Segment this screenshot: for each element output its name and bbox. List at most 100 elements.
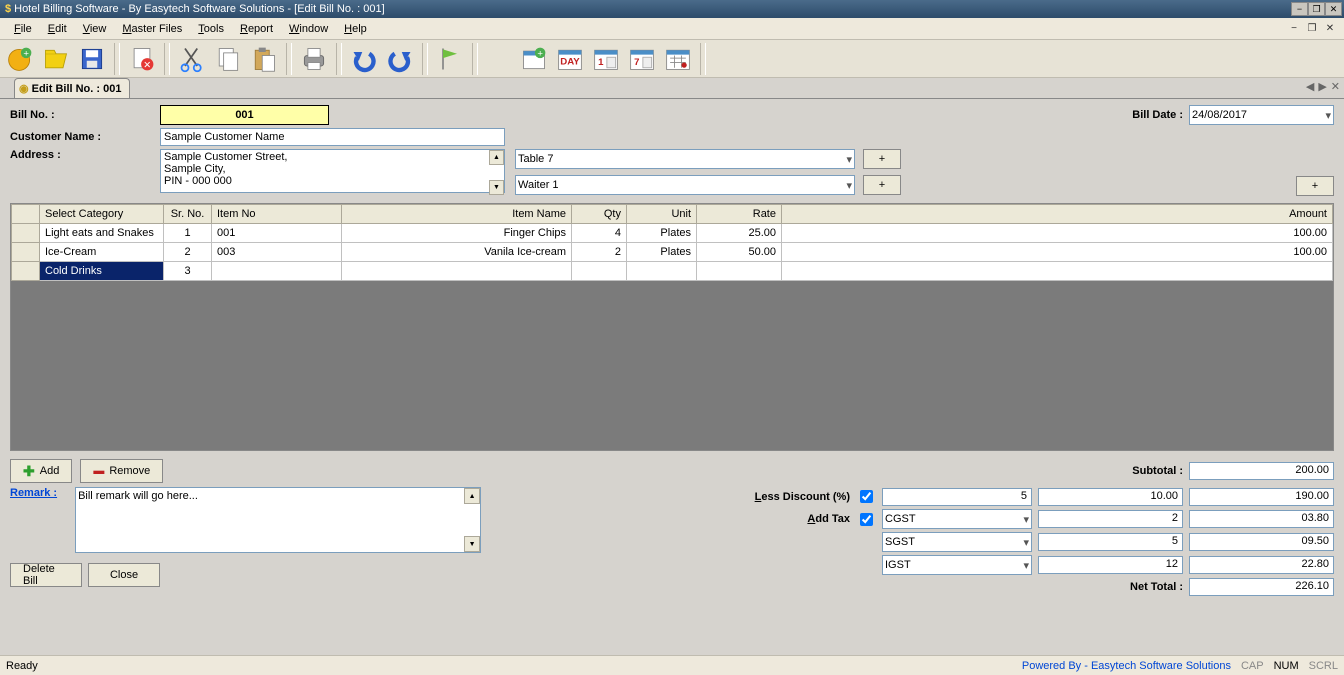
toolbar-month-icon[interactable] — [662, 43, 694, 75]
table-row[interactable]: Ice-Cream2003Vanila Ice-cream2Plates50.0… — [12, 243, 1333, 262]
close-button[interactable]: ✕ — [1325, 2, 1342, 16]
discount-checkbox[interactable] — [860, 490, 873, 503]
toolbar-cut-icon[interactable] — [176, 43, 208, 75]
cell-unit[interactable] — [627, 262, 697, 281]
toolbar-delete-icon[interactable]: ✕ — [126, 43, 158, 75]
billno-field[interactable]: 001 — [160, 105, 329, 125]
row-selector[interactable] — [12, 243, 40, 262]
menu-help[interactable]: Help — [336, 21, 375, 37]
remark-label[interactable]: Remark : — [10, 487, 57, 499]
toolbar-redo-icon[interactable] — [384, 43, 416, 75]
menu-report[interactable]: Report — [232, 21, 281, 37]
scroll-down-icon[interactable]: ▼ — [464, 536, 480, 552]
cell-amount[interactable]: 100.00 — [782, 243, 1333, 262]
col-qty[interactable]: Qty — [572, 205, 627, 224]
tax-checkbox[interactable] — [860, 513, 873, 526]
cell-category[interactable]: Ice-Cream — [40, 243, 164, 262]
mdi-restore-button[interactable]: ❐ — [1304, 22, 1320, 36]
cell-category[interactable]: Light eats and Snakes — [40, 224, 164, 243]
cell-itemno[interactable] — [212, 262, 342, 281]
row-selector[interactable] — [12, 262, 40, 281]
cell-itemno[interactable]: 001 — [212, 224, 342, 243]
remove-row-button[interactable]: ▬ Remove — [80, 459, 163, 483]
tax3-pct[interactable]: 12 — [1038, 556, 1183, 574]
cell-itemname[interactable] — [342, 262, 572, 281]
extra-add-button[interactable]: + — [1296, 176, 1334, 196]
cell-amount[interactable] — [782, 262, 1333, 281]
customer-name-input[interactable] — [160, 128, 505, 146]
menu-file[interactable]: File — [6, 21, 40, 37]
cell-rate[interactable]: 50.00 — [697, 243, 782, 262]
tab-next-icon[interactable]: ▶ — [1318, 80, 1326, 93]
cell-itemname[interactable]: Finger Chips — [342, 224, 572, 243]
cell-rate[interactable] — [697, 262, 782, 281]
cell-unit[interactable]: Plates — [627, 224, 697, 243]
menu-window[interactable]: Window — [281, 21, 336, 37]
toolbar-day-icon[interactable]: DAY — [554, 43, 586, 75]
cell-amount[interactable]: 100.00 — [782, 224, 1333, 243]
close-bill-button[interactable]: Close — [88, 563, 160, 587]
toolbar-save-icon[interactable] — [76, 43, 108, 75]
toolbar-print-icon[interactable] — [298, 43, 330, 75]
toolbar-undo-icon[interactable] — [348, 43, 380, 75]
billdate-field[interactable]: 24/08/2017▾ — [1189, 105, 1334, 125]
table-row[interactable]: Cold Drinks3 — [12, 262, 1333, 281]
cell-srno[interactable]: 2 — [164, 243, 212, 262]
tab-close-icon[interactable]: ✕ — [1331, 80, 1340, 93]
cell-itemno[interactable]: 003 — [212, 243, 342, 262]
cell-qty[interactable] — [572, 262, 627, 281]
col-itemname[interactable]: Item Name — [342, 205, 572, 224]
waiter-add-button[interactable]: + — [863, 175, 901, 195]
cell-qty[interactable]: 2 — [572, 243, 627, 262]
toolbar-new-date-icon[interactable]: + — [518, 43, 550, 75]
scroll-up-icon[interactable]: ▲ — [464, 488, 480, 504]
discount-pct-input[interactable]: 5 — [882, 488, 1032, 506]
toolbar-new-icon[interactable]: + — [4, 43, 36, 75]
mdi-close-button[interactable]: ✕ — [1322, 22, 1338, 36]
cell-category[interactable]: Cold Drinks — [40, 262, 164, 281]
table-row[interactable]: Light eats and Snakes1001Finger Chips4Pl… — [12, 224, 1333, 243]
powered-by-link[interactable]: Powered By - Easytech Software Solutions — [1022, 660, 1231, 672]
menu-tools[interactable]: Tools — [190, 21, 232, 37]
cell-qty[interactable]: 4 — [572, 224, 627, 243]
col-category[interactable]: Select Category — [40, 205, 164, 224]
menu-edit[interactable]: Edit — [40, 21, 75, 37]
toolbar-open-icon[interactable] — [40, 43, 72, 75]
scroll-up-icon[interactable]: ▲ — [489, 150, 504, 165]
toolbar-paste-icon[interactable] — [248, 43, 280, 75]
toolbar-flag-icon[interactable] — [434, 43, 466, 75]
remark-input[interactable]: Bill remark will go here... ▲ ▼ — [75, 487, 481, 553]
cell-srno[interactable]: 3 — [164, 262, 212, 281]
tax2-pct[interactable]: 5 — [1038, 533, 1183, 551]
col-amount[interactable]: Amount — [782, 205, 1333, 224]
table-add-button[interactable]: + — [863, 149, 901, 169]
mdi-minimize-button[interactable]: − — [1286, 22, 1302, 36]
minimize-button[interactable]: − — [1291, 2, 1308, 16]
toolbar-cal7-icon[interactable]: 7 — [626, 43, 658, 75]
cell-rate[interactable]: 25.00 — [697, 224, 782, 243]
cell-itemname[interactable]: Vanila Ice-cream — [342, 243, 572, 262]
row-selector[interactable] — [12, 224, 40, 243]
menu-master-files[interactable]: Master Files — [114, 21, 190, 37]
cell-srno[interactable]: 1 — [164, 224, 212, 243]
waiter-select[interactable]: Waiter 1▾ — [515, 175, 855, 195]
toolbar-copy-icon[interactable] — [212, 43, 244, 75]
tab-edit-bill[interactable]: ◉ Edit Bill No. : 001 — [14, 78, 130, 98]
cell-unit[interactable]: Plates — [627, 243, 697, 262]
add-row-button[interactable]: ✚ Add — [10, 459, 72, 483]
col-srno[interactable]: Sr. No. — [164, 205, 212, 224]
tax1-select[interactable]: CGST▾ — [882, 509, 1032, 529]
delete-bill-button[interactable]: Delete Bill — [10, 563, 82, 587]
restore-button[interactable]: ❐ — [1308, 2, 1325, 16]
tax1-pct[interactable]: 2 — [1038, 510, 1183, 528]
tax3-select[interactable]: IGST▾ — [882, 555, 1032, 575]
menu-view[interactable]: View — [75, 21, 115, 37]
table-select[interactable]: Table 7▾ — [515, 149, 855, 169]
scroll-down-icon[interactable]: ▼ — [489, 180, 504, 195]
address-input[interactable] — [160, 149, 505, 193]
tab-prev-icon[interactable]: ◀ — [1306, 80, 1314, 93]
toolbar-cal1-icon[interactable]: 1 — [590, 43, 622, 75]
col-unit[interactable]: Unit — [627, 205, 697, 224]
col-itemno[interactable]: Item No — [212, 205, 342, 224]
col-rate[interactable]: Rate — [697, 205, 782, 224]
